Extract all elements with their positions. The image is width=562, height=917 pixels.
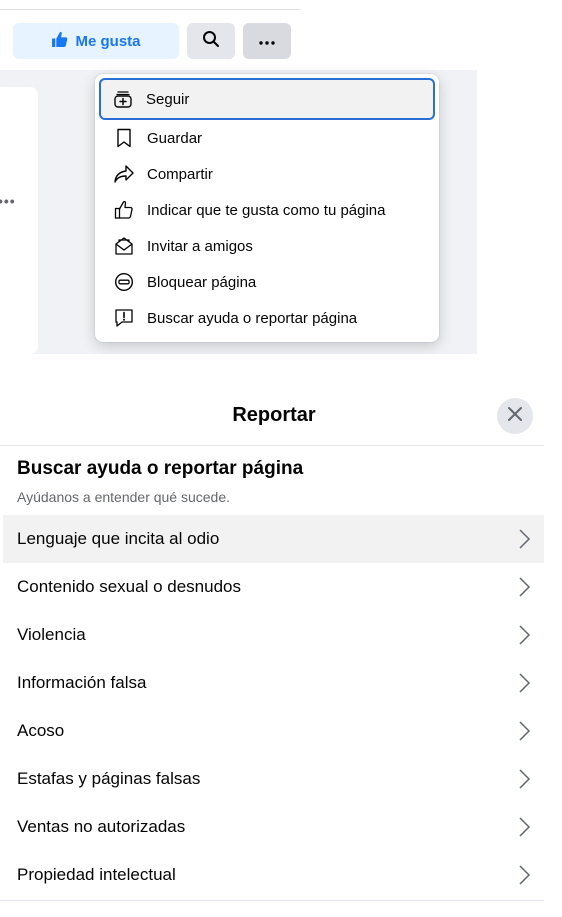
report-option-label: Propiedad intelectual	[17, 865, 176, 884]
page-action-bar: Me gusta	[0, 0, 477, 70]
thumbs-up-icon	[113, 199, 135, 221]
dialog-bottom-divider	[0, 900, 544, 901]
report-option[interactable]: Violencia	[3, 611, 544, 659]
close-icon	[507, 406, 523, 427]
report-option[interactable]: Acoso	[3, 707, 544, 755]
report-option-label: Información falsa	[17, 673, 147, 692]
report-option[interactable]: Propiedad intelectual	[3, 851, 544, 899]
report-option-label: Contenido sexual o desnudos	[17, 577, 241, 596]
menu-item-label: Compartir	[147, 165, 213, 183]
report-option[interactable]: Información falsa	[3, 659, 544, 707]
chevron-right-icon	[519, 577, 531, 597]
thumbs-up-icon	[51, 31, 68, 52]
menu-item-label: Seguir	[146, 90, 190, 108]
menu-item-invite-friends[interactable]: Invitar a amigos	[99, 228, 435, 264]
report-options-list: Lenguaje que incita al odio Contenido se…	[3, 515, 544, 899]
bookmark-icon	[113, 127, 135, 149]
dialog-subtitle: Ayúdanos a entender qué sucede.	[17, 489, 231, 505]
chevron-right-icon	[519, 865, 531, 885]
chevron-right-icon	[519, 817, 531, 837]
menu-item-like-as-page[interactable]: Indicar que te gusta como tu página	[99, 192, 435, 228]
menu-item-block-page[interactable]: Bloquear página	[99, 264, 435, 300]
report-option[interactable]: Estafas y páginas falsas	[3, 755, 544, 803]
report-option[interactable]: Ventas no autorizadas	[3, 803, 544, 851]
chevron-right-icon	[519, 673, 531, 693]
chevron-right-icon	[519, 625, 531, 645]
chevron-right-icon	[519, 769, 531, 789]
close-button[interactable]	[497, 398, 533, 434]
side-post-card: ••• nes ien	[0, 87, 38, 354]
report-option-label: Estafas y páginas falsas	[17, 769, 201, 788]
menu-item-label: Guardar	[147, 129, 203, 147]
page-area: Me gusta ••• nes ien Seguir	[0, 0, 477, 354]
post-more-icon[interactable]: •••	[0, 193, 16, 209]
report-option-label: Ventas no autorizadas	[17, 817, 186, 836]
like-page-button[interactable]: Me gusta	[13, 23, 179, 59]
dialog-heading: Buscar ayuda o reportar página	[17, 458, 304, 479]
chevron-right-icon	[519, 721, 531, 741]
block-icon	[113, 271, 135, 293]
report-option-label: Lenguaje que incita al odio	[17, 529, 220, 548]
report-flag-icon	[113, 307, 135, 329]
invite-envelope-icon	[113, 235, 135, 257]
search-button[interactable]	[187, 23, 235, 59]
report-option[interactable]: Contenido sexual o desnudos	[3, 563, 544, 611]
menu-item-label: Indicar que te gusta como tu página	[147, 201, 386, 219]
menu-item-follow[interactable]: Seguir	[99, 78, 435, 120]
report-option-label: Acoso	[17, 721, 65, 740]
report-option[interactable]: Lenguaje que incita al odio	[3, 515, 544, 563]
report-option-label: Violencia	[17, 625, 86, 644]
search-icon	[202, 30, 220, 53]
chevron-right-icon	[519, 529, 531, 549]
share-icon	[113, 163, 135, 185]
menu-item-label: Bloquear página	[147, 273, 257, 291]
more-options-button[interactable]	[243, 23, 291, 59]
follow-icon	[112, 88, 134, 110]
menu-item-share[interactable]: Compartir	[99, 156, 435, 192]
menu-item-label: Buscar ayuda o reportar página	[147, 309, 358, 327]
menu-item-report-page[interactable]: Buscar ayuda o reportar página	[99, 300, 435, 336]
more-dots-icon	[259, 32, 275, 50]
menu-item-label: Invitar a amigos	[147, 237, 253, 255]
dialog-header: Reportar	[0, 386, 544, 446]
dialog-title: Reportar	[232, 404, 316, 426]
report-dialog: Reportar Buscar ayuda o reportar página …	[0, 386, 562, 917]
like-page-button-label: Me gusta	[75, 32, 141, 50]
menu-item-save[interactable]: Guardar	[99, 120, 435, 156]
page-options-menu: Seguir Guardar Compartir Indicar que te …	[95, 74, 439, 342]
